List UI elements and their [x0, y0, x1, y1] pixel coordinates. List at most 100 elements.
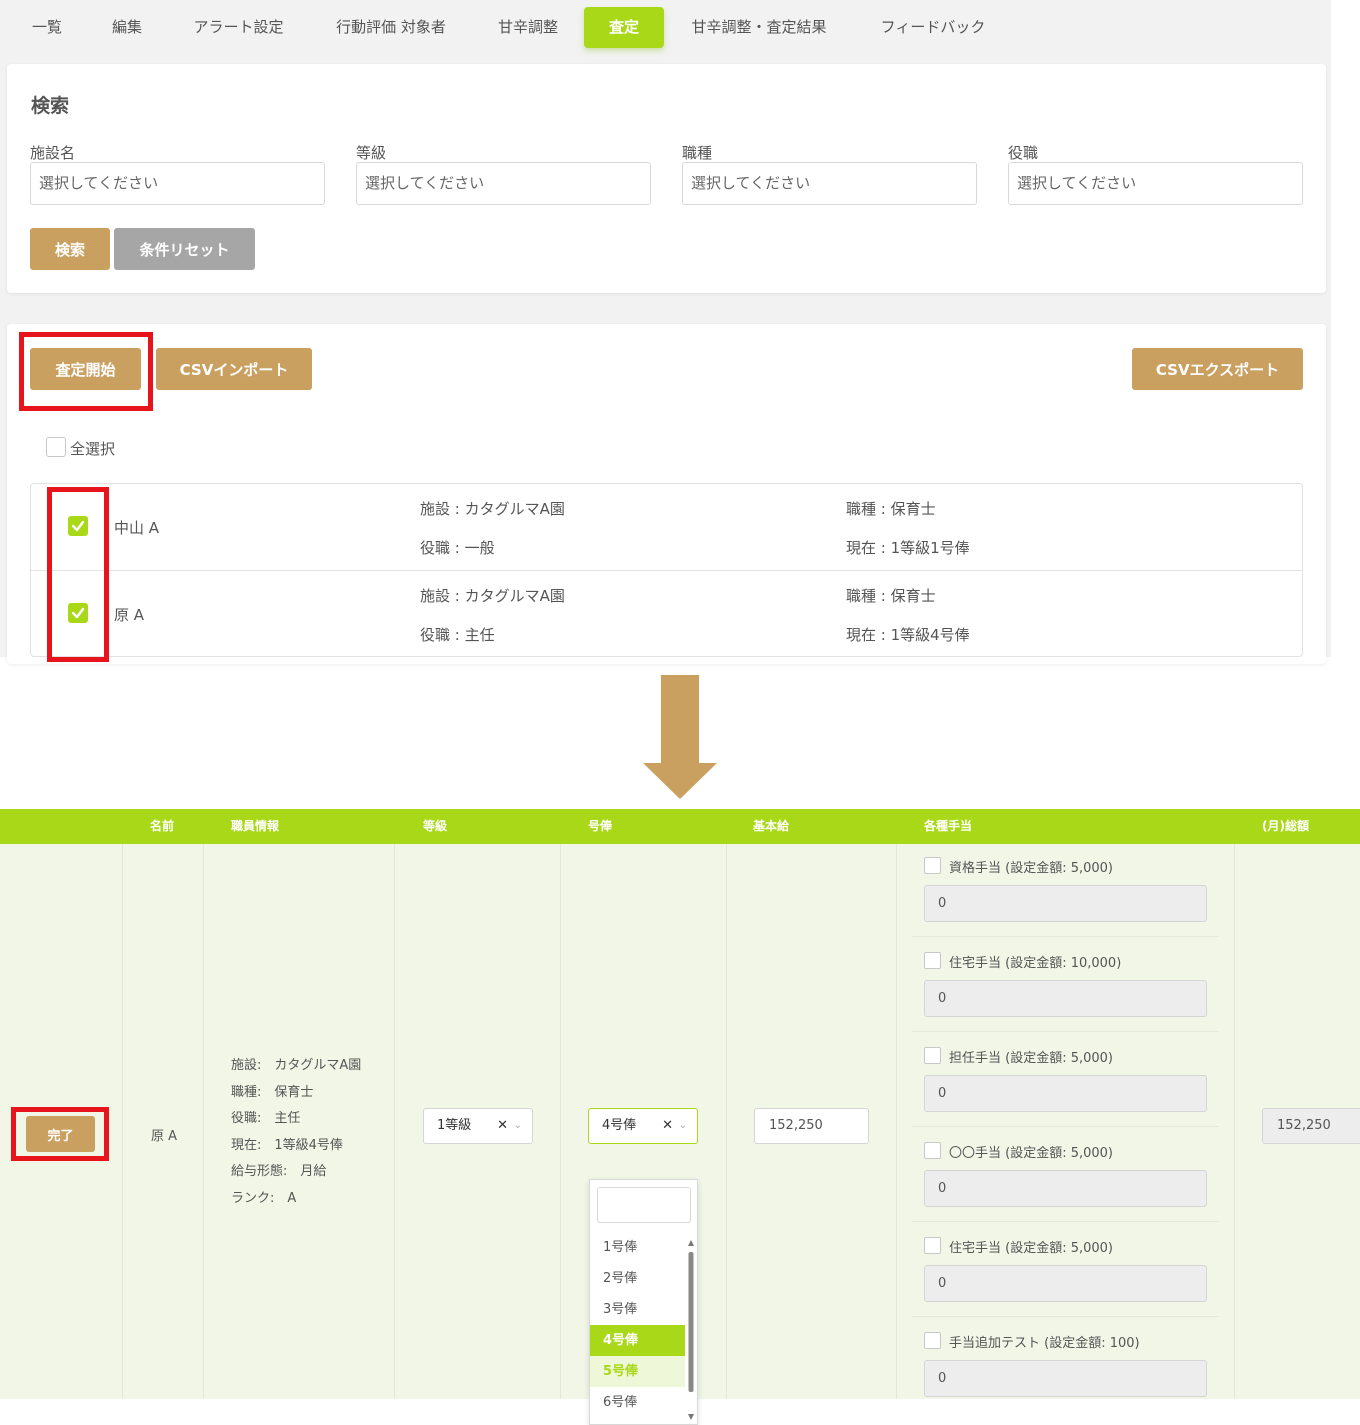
select-all-label: 全選択 — [70, 440, 116, 458]
allowance-checkbox[interactable] — [924, 857, 941, 874]
header-allowances: 各種手当 — [924, 819, 973, 833]
csv-import-button[interactable]: CSVインポート — [156, 348, 312, 390]
info-salary-type: 給与形態: 月給 — [231, 1164, 327, 1179]
allowance-divider — [912, 1221, 1219, 1222]
column-divider — [726, 844, 727, 1399]
step-value: 4号俸 — [602, 1118, 637, 1133]
staff-row: 原 A 施設 : カタグルマA園 役職 : 主任 職種 : 保育士 現在 : 1… — [31, 570, 1302, 656]
tab-list[interactable]: 一覧 — [15, 7, 79, 48]
header-name: 名前 — [150, 819, 175, 833]
allowance-checkbox[interactable] — [924, 1237, 941, 1254]
header-monthly-total: (月)総額 — [1262, 819, 1309, 833]
facility-label: 施設名 — [30, 144, 76, 162]
allowance-label: 資格手当 (設定金額: 5,000) — [949, 861, 1114, 876]
chevron-down-icon: ⌄ — [513, 1120, 522, 1131]
staff-position: 役職 : 主任 — [420, 626, 495, 644]
header-grade: 等級 — [423, 819, 448, 833]
allowance-divider — [912, 1126, 1219, 1127]
allowance-divider — [912, 1031, 1219, 1032]
info-rank: ランク: A — [231, 1191, 297, 1206]
staff-facility: 施設 : カタグルマA園 — [420, 587, 565, 605]
table-header: 名前 職員情報 等級 号俸 基本給 各種手当 (月)総額 — [0, 809, 1360, 844]
allowance-label: 〇〇手当 (設定金額: 5,000) — [949, 1146, 1114, 1161]
column-divider — [394, 844, 395, 1399]
tab-assessment[interactable]: 査定 — [584, 7, 664, 48]
search-title: 検索 — [31, 95, 70, 117]
reset-conditions-button[interactable]: 条件リセット — [114, 228, 255, 270]
allowance-input[interactable]: 0 — [924, 1265, 1207, 1302]
column-divider — [122, 844, 123, 1399]
step-option[interactable]: 6号俸 — [590, 1387, 685, 1418]
allowance-input[interactable]: 0 — [924, 1075, 1207, 1112]
highlight-start-button — [19, 332, 153, 411]
allowance-checkbox[interactable] — [924, 1332, 941, 1349]
grade-label: 等級 — [356, 144, 387, 162]
info-facility: 施設: カタグルマA園 — [231, 1058, 362, 1073]
down-arrow-icon — [643, 675, 717, 799]
allowance-checkbox[interactable] — [924, 1047, 941, 1064]
grade-dropdown[interactable]: 1等級 ✕ ⌄ — [423, 1108, 533, 1144]
search-button[interactable]: 検索 — [30, 228, 110, 270]
header-staff-info: 職員情報 — [231, 819, 280, 833]
allowance-label: 手当追加テスト (設定金額: 100) — [949, 1336, 1140, 1351]
tab-edit[interactable]: 編集 — [98, 7, 156, 48]
allowance-checkbox[interactable] — [924, 952, 941, 969]
step-option[interactable]: 2号俸 — [590, 1263, 685, 1294]
tab-bar: 一覧 編集 アラート設定 行動評価 対象者 甘辛調整 査定 甘辛調整・査定結果 … — [0, 0, 1331, 56]
step-option-selected[interactable]: 4号俸 — [590, 1325, 685, 1356]
allowance-input[interactable]: 0 — [924, 885, 1207, 922]
step-options-menu: 1号俸 2号俸 3号俸 4号俸 5号俸 6号俸 — [589, 1179, 698, 1425]
base-salary-input[interactable]: 152,250 — [754, 1108, 869, 1144]
staff-name: 原 A — [114, 606, 145, 624]
job-type-label: 職種 — [682, 144, 713, 162]
step-search-input[interactable] — [597, 1187, 691, 1223]
clear-icon[interactable]: ✕ — [662, 1109, 673, 1143]
allowance-label: 住宅手当 (設定金額: 10,000) — [949, 956, 1122, 971]
header-base-salary: 基本給 — [753, 819, 790, 833]
allowance-checkbox[interactable] — [924, 1142, 941, 1159]
assessment-table: 名前 職員情報 等級 号俸 基本給 各種手当 (月)総額 完了 原 A 施設: … — [0, 809, 1360, 1425]
allowance-input[interactable]: 0 — [924, 980, 1207, 1017]
search-card: 検索 施設名 選択してください 等級 選択してください 職種 選択してください … — [7, 64, 1326, 293]
allowance-input[interactable]: 0 — [924, 1170, 1207, 1207]
position-select[interactable]: 選択してください — [1008, 162, 1303, 205]
tab-behavior-eval-targets[interactable]: 行動評価 対象者 — [320, 7, 462, 48]
tab-feedback[interactable]: フィードバック — [864, 7, 1002, 48]
tab-alert-settings[interactable]: アラート設定 — [178, 7, 299, 48]
position-label: 役職 — [1008, 144, 1039, 162]
dropdown-scrollbar[interactable] — [688, 1240, 694, 1420]
step-option[interactable]: 1号俸 — [590, 1232, 685, 1263]
info-job: 職種: 保育士 — [231, 1085, 314, 1100]
staff-position: 役職 : 一般 — [420, 539, 495, 557]
staff-facility: 施設 : カタグルマA園 — [420, 500, 565, 518]
clear-icon[interactable]: ✕ — [497, 1109, 508, 1143]
info-current: 現在: 1等級4号俸 — [231, 1138, 343, 1153]
job-type-select[interactable]: 選択してください — [682, 162, 977, 205]
allowance-divider — [912, 1316, 1219, 1317]
highlight-complete-button — [11, 1107, 109, 1161]
column-divider — [560, 844, 561, 1399]
chevron-up-icon: ⌄ — [678, 1120, 687, 1131]
allowance-input[interactable]: 0 — [924, 1360, 1207, 1397]
step-option-hovered[interactable]: 5号俸 — [590, 1356, 685, 1387]
grade-select[interactable]: 選択してください — [356, 162, 651, 205]
select-all-checkbox[interactable] — [46, 437, 66, 457]
tab-leniency-adjustment[interactable]: 甘辛調整 — [483, 7, 573, 48]
row-name: 原 A — [151, 1129, 178, 1144]
step-option[interactable]: 3号俸 — [590, 1294, 685, 1325]
csv-export-button[interactable]: CSVエクスポート — [1132, 348, 1303, 390]
allowance-divider — [912, 936, 1219, 937]
tab-adjustment-assessment-results[interactable]: 甘辛調整・査定結果 — [676, 7, 842, 48]
staff-row: 中山 A 施設 : カタグルマA園 役職 : 一般 職種 : 保育士 現在 : … — [31, 484, 1302, 570]
step-dropdown[interactable]: 4号俸 ✕ ⌄ — [588, 1108, 698, 1144]
facility-select[interactable]: 選択してください — [30, 162, 325, 205]
info-position: 役職: 主任 — [231, 1111, 301, 1126]
staff-job: 職種 : 保育士 — [846, 587, 936, 605]
staff-job: 職種 : 保育士 — [846, 500, 936, 518]
allowance-label: 担任手当 (設定金額: 5,000) — [949, 1051, 1114, 1066]
header-step: 号俸 — [588, 819, 613, 833]
column-divider — [896, 844, 897, 1399]
monthly-total-input: 152,250 — [1262, 1108, 1360, 1144]
column-divider — [1234, 844, 1235, 1399]
staff-current: 現在 : 1等級1号俸 — [846, 539, 970, 557]
